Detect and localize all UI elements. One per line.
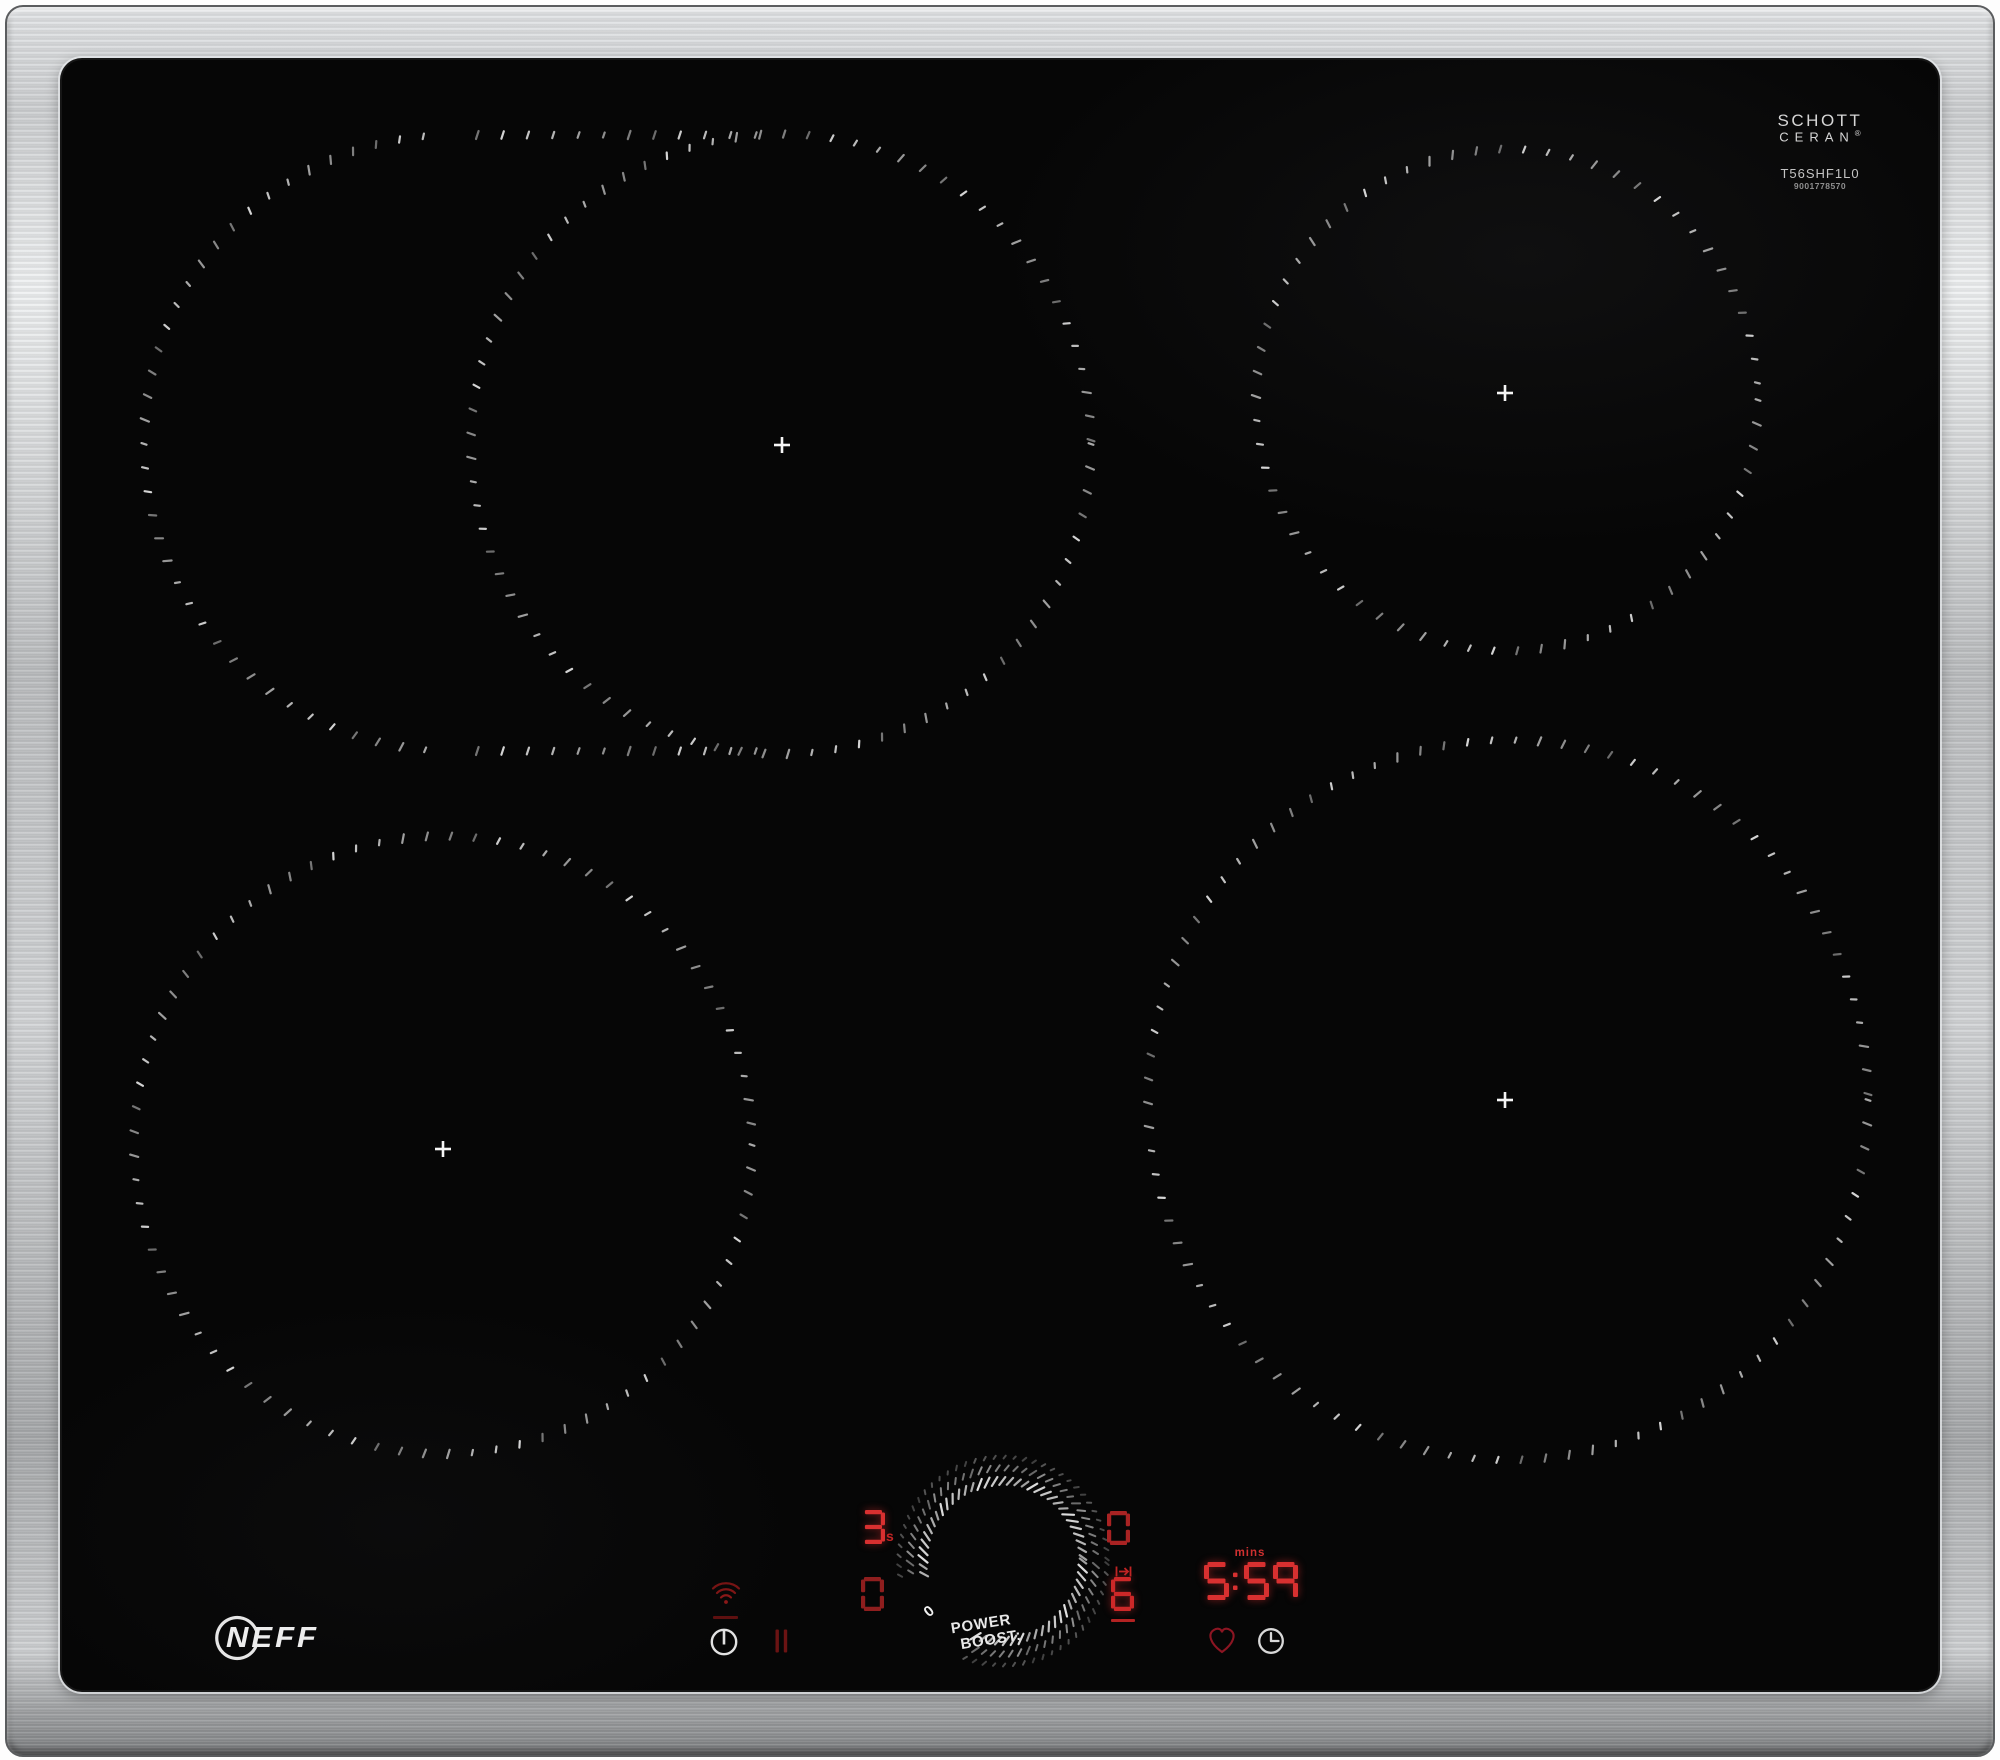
model-number: T56SHF1L0 xyxy=(1780,166,1860,181)
ceramic-glass-surface xyxy=(62,60,1938,1690)
neff-logo: NEFF xyxy=(210,1612,370,1668)
seconds-suffix: s xyxy=(886,1528,894,1544)
serial-number: 9001778570 xyxy=(1793,181,1847,191)
neff-logo-text: NEFF xyxy=(226,1621,319,1654)
registered-mark: ® xyxy=(1854,128,1861,138)
induction-hob: { "branding": { "logo": "NEFF", "glass_l… xyxy=(0,0,2000,1760)
schott-line: SCHOTT xyxy=(1777,111,1863,130)
timer-unit-label: mins xyxy=(1234,1547,1266,1559)
schott-ceran-print: SCHOTT CERAN® xyxy=(1765,112,1875,144)
zone6-underline xyxy=(1111,1619,1135,1622)
ceran-line: CERAN® xyxy=(1779,128,1861,145)
wifi-underline xyxy=(713,1616,738,1619)
